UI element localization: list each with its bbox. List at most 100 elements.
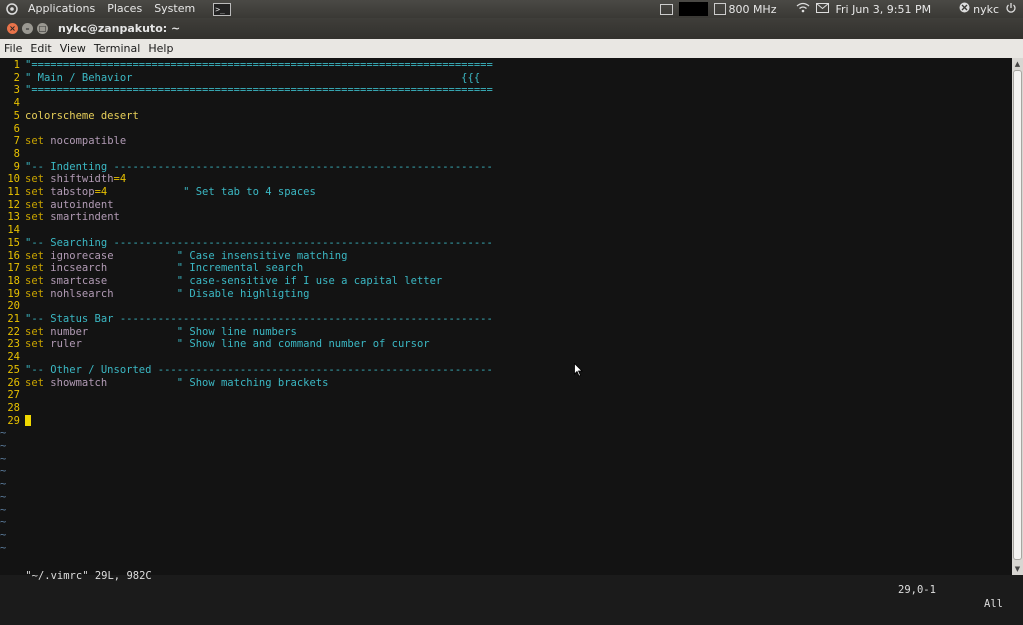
vim-line[interactable]: 24 — [0, 351, 25, 364]
vim-line[interactable]: 2 " Main / Behavior {{{ — [0, 72, 480, 85]
clock[interactable]: Fri Jun 3, 9:51 PM — [835, 3, 931, 16]
vim-line[interactable]: 6 — [0, 123, 25, 136]
menu-terminal[interactable]: Terminal — [90, 42, 145, 55]
scrollbar-thumb[interactable] — [1013, 70, 1022, 560]
vim-line[interactable]: 25 "-- Other / Unsorted -----------------… — [0, 363, 493, 377]
code-token: set — [25, 186, 51, 198]
mail-icon[interactable] — [816, 2, 830, 16]
system-monitor-graph[interactable] — [679, 2, 709, 16]
text-cursor — [25, 415, 31, 427]
line-number: 20 — [7, 300, 20, 313]
line-number: 28 — [7, 401, 20, 414]
vim-line[interactable]: 15 "-- Searching ------------------------… — [0, 236, 493, 250]
line-number: 21 — [7, 313, 20, 325]
vim-line[interactable]: 17 set incsearch " Incremental search — [0, 262, 303, 275]
maximize-window-button[interactable]: □ — [37, 23, 48, 34]
line-number: 11 — [7, 186, 20, 198]
window-titlebar[interactable]: × – □ nykc@zanpakuto: ~ — [0, 18, 1023, 39]
vim-line[interactable]: 10 set shiftwidth=4 — [0, 173, 126, 186]
line-number: 22 — [7, 325, 20, 338]
vim-line[interactable]: 13 set smartindent — [0, 211, 120, 224]
vim-line[interactable]: 26 set showmatch " Show matching brackets — [0, 377, 328, 390]
line-number: 26 — [7, 376, 20, 389]
line-number: 19 — [7, 287, 20, 300]
vim-line[interactable]: 18 set smartcase " case-sensitive if I us… — [0, 275, 442, 288]
menu-file[interactable]: File — [0, 42, 26, 55]
menu-view[interactable]: View — [56, 42, 90, 55]
vim-line[interactable]: 14 — [0, 224, 25, 237]
tilde-line: ~ — [0, 478, 7, 491]
vim-line[interactable]: 1 "======================================… — [0, 59, 493, 72]
menu-help[interactable]: Help — [144, 42, 177, 55]
line-number: 23 — [7, 338, 20, 351]
places-menu[interactable]: Places — [103, 0, 146, 18]
vim-line[interactable]: 27 — [0, 389, 25, 402]
code-token: "-- Searching --------------------------… — [25, 236, 493, 249]
code-token: set — [25, 249, 51, 262]
line-number: 1 — [13, 59, 20, 71]
code-token: " Show line and command number of cursor — [176, 338, 430, 351]
minimize-window-button[interactable]: – — [22, 23, 33, 34]
line-number: 15 — [7, 236, 20, 249]
scroll-up-icon[interactable]: ▲ — [1012, 58, 1023, 70]
close-window-button[interactable]: × — [7, 23, 18, 34]
line-number: 12 — [7, 198, 20, 211]
user-menu[interactable]: nykc — [973, 3, 999, 16]
applications-menu[interactable]: Applications — [24, 0, 99, 18]
vim-line[interactable]: 23 set ruler " Show line and command numb… — [0, 338, 430, 351]
scroll-down-icon[interactable]: ▼ — [1012, 563, 1023, 575]
wifi-icon[interactable] — [796, 2, 810, 16]
line-number: 16 — [7, 249, 20, 262]
line-number: 27 — [7, 389, 20, 402]
code-token: set — [25, 198, 51, 211]
line-number: 17 — [7, 262, 20, 275]
code-token: set — [25, 274, 51, 287]
vim-line[interactable]: 7 set nocompatible — [0, 135, 126, 148]
line-number: 29 — [7, 414, 20, 427]
vim-line[interactable]: 4 — [0, 97, 25, 110]
vim-line[interactable]: 9 "-- Indenting -------------------------… — [0, 161, 493, 174]
code-token: set — [25, 338, 51, 351]
update-notifier-icon[interactable] — [660, 3, 674, 15]
code-token: =4 — [94, 186, 184, 198]
tilde-line: ~ — [0, 427, 7, 440]
vim-line[interactable]: 3 "======================================… — [0, 84, 493, 97]
line-number: 18 — [7, 274, 20, 287]
top-panel: Applications Places System >_ 800 MHz Fr… — [0, 0, 1023, 18]
vim-line[interactable]: 20 — [0, 300, 25, 313]
tilde-line: ~ — [0, 465, 7, 478]
terminal-scrollbar[interactable]: ▲ ▼ — [1012, 58, 1023, 575]
code-token: shiftwidth — [50, 173, 114, 186]
status-cursor-position: 29,0-1 — [898, 584, 936, 596]
vim-line[interactable]: 5 colorscheme desert — [0, 110, 139, 123]
tilde-line: ~ — [0, 528, 7, 541]
code-token: " case-sensitive if I use a capital lett… — [176, 274, 443, 287]
line-number: 4 — [13, 97, 20, 110]
gnome-foot-icon[interactable] — [4, 2, 20, 16]
vim-line[interactable]: 12 set autoindent — [0, 198, 113, 212]
tilde-line: ~ — [0, 452, 7, 465]
terminal-launcher-icon[interactable]: >_ — [213, 2, 232, 16]
tilde-line: ~ — [0, 516, 7, 529]
vim-line[interactable]: 29 — [0, 415, 31, 428]
vim-line[interactable]: 21 "-- Status Bar -----------------------… — [0, 313, 492, 326]
vim-line[interactable]: 19 set nohlsearch " Disable highligting — [0, 287, 309, 301]
power-icon[interactable] — [1005, 2, 1017, 17]
cpu-freq-icon[interactable] — [714, 3, 727, 15]
code-token: nocompatible — [50, 135, 127, 148]
system-menu[interactable]: System — [150, 0, 199, 18]
code-token: set — [25, 287, 51, 300]
terminal-area[interactable]: 1 "======================================… — [0, 58, 1012, 610]
menu-edit[interactable]: Edit — [26, 42, 55, 55]
tilde-line: ~ — [0, 440, 7, 452]
code-token: incsearch — [50, 262, 177, 275]
vim-line[interactable]: 11 set tabstop=4 " Set tab to 4 spaces — [0, 186, 316, 199]
vim-line[interactable]: 8 — [0, 148, 25, 161]
code-token: "-- Other / Unsorted -------------------… — [25, 363, 493, 376]
code-token: number — [50, 325, 177, 338]
vim-line[interactable]: 22 set number " Show line numbers — [0, 326, 297, 339]
mouse-pointer-icon — [574, 362, 584, 381]
vim-line[interactable]: 28 — [0, 402, 25, 415]
code-token: smartindent — [50, 211, 120, 224]
vim-line[interactable]: 16 set ignorecase " Case insensitive matc… — [0, 250, 347, 263]
